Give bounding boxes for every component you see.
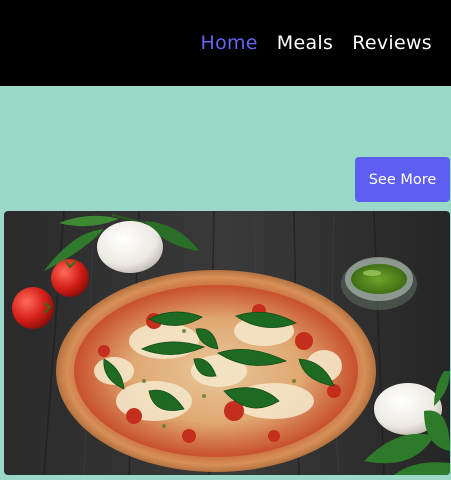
see-more-button[interactable]: See More: [355, 157, 450, 202]
pizza-hero-image: [4, 211, 450, 475]
nav-links: Home Meals Reviews: [200, 30, 432, 56]
mozzarella-icon: [97, 221, 163, 273]
top-navbar: Home Meals Reviews: [0, 0, 451, 86]
nav-link-meals[interactable]: Meals: [277, 30, 333, 56]
nav-link-reviews[interactable]: Reviews: [352, 30, 432, 56]
pizza-illustration: [4, 211, 450, 475]
nav-link-home[interactable]: Home: [200, 30, 257, 56]
tomato-icon: [51, 259, 89, 297]
pizza-icon: [56, 270, 376, 472]
